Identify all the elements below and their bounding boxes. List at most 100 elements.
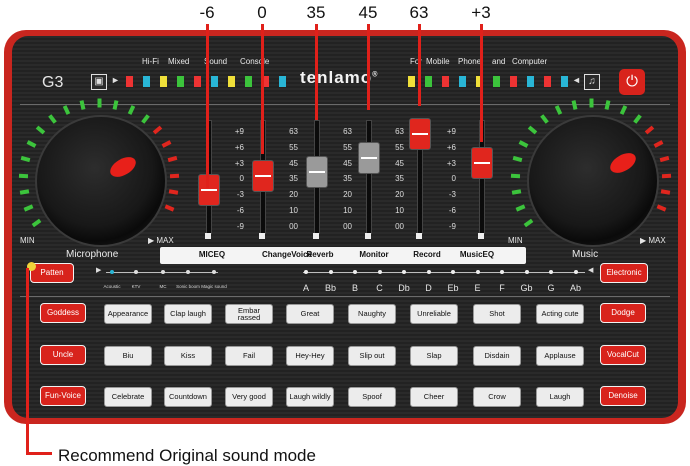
- sound-effect-button[interactable]: Cheer: [410, 387, 458, 407]
- key-label: B: [351, 283, 359, 293]
- sound-effect-label: Slip out: [359, 351, 385, 361]
- level-ring-segment: [170, 173, 180, 178]
- led-indicator: [211, 76, 218, 87]
- top-label-word: and: [492, 57, 506, 66]
- sound-effect-label: Kiss: [180, 351, 196, 361]
- sound-effect-label: Countdown: [169, 392, 207, 402]
- key-dot[interactable]: [402, 270, 406, 274]
- led-indicator: [442, 76, 449, 87]
- key-dot[interactable]: [377, 270, 382, 274]
- top-label-word: Phone: [458, 57, 482, 66]
- microphone-dial[interactable]: [35, 115, 167, 247]
- electronic-button[interactable]: Electronic: [600, 263, 648, 283]
- sound-effect-button[interactable]: Appearance: [104, 304, 152, 324]
- fader-knob-musiceq[interactable]: [471, 146, 493, 179]
- scale-tick-label: 55: [395, 142, 404, 152]
- sound-effect-button[interactable]: Hey-Hey: [286, 346, 334, 366]
- sound-effect-label: Crow: [488, 392, 506, 402]
- scale-tick-label: 63: [395, 127, 404, 136]
- level-ring-segment: [662, 173, 672, 178]
- reverse-arrow-icon: ◄: [572, 75, 581, 85]
- effect-button-dodge[interactable]: Dodge: [600, 303, 646, 323]
- mode-dot[interactable]: [186, 270, 190, 274]
- key-dot[interactable]: [573, 270, 578, 274]
- sound-effect-button[interactable]: Unreliable: [410, 304, 458, 324]
- music-note-icon[interactable]: ♫: [584, 74, 600, 90]
- sound-effect-button[interactable]: Laugh: [536, 387, 584, 407]
- top-label-word: Hi-Fi: [142, 57, 159, 66]
- callout-value: 35: [306, 3, 326, 22]
- mode-dot[interactable]: [212, 270, 216, 274]
- effect-button-vocalcut[interactable]: VocalCut: [600, 345, 646, 365]
- scale-tick-label: 35: [343, 174, 352, 184]
- scale-tick-label: +6: [446, 142, 456, 152]
- sound-effect-button[interactable]: Fail: [225, 346, 273, 366]
- key-dot[interactable]: [451, 270, 455, 274]
- scale-tick-label: 00: [289, 221, 298, 231]
- fader-scale: +9 +6 +3 0 -3 -6 -9: [434, 124, 456, 235]
- key-label: Db: [398, 283, 410, 293]
- sound-effect-button[interactable]: Crow: [473, 387, 521, 407]
- voice-button-uncle[interactable]: Uncle: [40, 345, 86, 365]
- sound-effect-button[interactable]: Kiss: [164, 346, 212, 366]
- key-dot[interactable]: [524, 270, 529, 274]
- scale-tick-label: 20: [395, 190, 404, 200]
- sound-effect-button[interactable]: Disdain: [473, 346, 521, 366]
- fader-knob-changevoice[interactable]: [252, 160, 274, 192]
- microphone-label: Microphone: [66, 249, 119, 260]
- sound-effect-label: Spoof: [362, 392, 382, 402]
- sound-effect-button[interactable]: Embar rassed: [225, 304, 273, 324]
- scale-tick-label: -3: [448, 190, 456, 200]
- sound-effect-button[interactable]: Countdown: [164, 387, 212, 407]
- sound-effect-button[interactable]: Celebrate: [104, 387, 152, 407]
- sound-effect-button[interactable]: Spoof: [348, 387, 396, 407]
- key-dot[interactable]: [328, 270, 333, 274]
- sound-effect-button[interactable]: Shot: [473, 304, 521, 324]
- top-label-word: Mobile: [426, 57, 450, 66]
- key-arrow-icon: ◀: [588, 267, 594, 274]
- sound-effect-button[interactable]: Very good: [225, 387, 273, 407]
- fader-knob-miceq[interactable]: [198, 174, 220, 207]
- key-dot[interactable]: [549, 270, 553, 274]
- key-dot[interactable]: [426, 270, 431, 274]
- key-dot[interactable]: [304, 270, 308, 274]
- sound-effect-button[interactable]: Slap: [410, 346, 458, 366]
- patten-button[interactable]: Patten: [27, 262, 74, 283]
- sound-effect-button[interactable]: Naughty: [348, 304, 396, 324]
- sound-effect-button[interactable]: Biu: [104, 346, 152, 366]
- power-button[interactable]: ⏻: [619, 69, 645, 95]
- key-dot[interactable]: [475, 270, 480, 274]
- music-label: Music: [572, 249, 599, 260]
- fader-knob-monitor[interactable]: [358, 141, 380, 174]
- level-ring-segment: [97, 98, 101, 108]
- profile-card-icon[interactable]: ▣: [91, 74, 107, 90]
- scale-tick-label: 10: [289, 205, 298, 215]
- sound-effect-button[interactable]: Laugh wildly: [286, 387, 334, 407]
- key-dot[interactable]: [500, 270, 504, 274]
- fader-knob-record[interactable]: [409, 118, 431, 150]
- led-indicator: [228, 76, 235, 87]
- music-dial[interactable]: [527, 115, 659, 247]
- sound-effect-button[interactable]: Slip out: [348, 346, 396, 366]
- voice-button-goddess[interactable]: Goddess: [40, 303, 86, 323]
- fader-scale: 63 55 45 35 20 10 00: [276, 124, 298, 235]
- effect-button-denoise[interactable]: Denoise: [600, 386, 646, 406]
- sound-effect-button[interactable]: Applause: [536, 346, 584, 366]
- mode-label-text: Sonic boom: [176, 284, 200, 289]
- sound-effect-button[interactable]: Great: [286, 304, 334, 324]
- voice-button-fun-voice[interactable]: Fun-Voice: [40, 386, 86, 406]
- sound-effect-label: Disdain: [484, 351, 510, 361]
- led-indicator: [459, 76, 466, 87]
- scale-tick-label: +9: [234, 127, 244, 136]
- mode-dot[interactable]: [134, 270, 138, 274]
- callout-leader: [261, 24, 264, 154]
- scale-tick-label: 0: [451, 174, 456, 184]
- mode-dot[interactable]: [110, 270, 114, 274]
- sound-effect-button[interactable]: Acting cute: [536, 304, 584, 324]
- scale-tick-label: 45: [395, 158, 404, 168]
- fader-knob-reverb[interactable]: [306, 155, 328, 188]
- scale-tick-label: +9: [446, 127, 456, 136]
- key-dot[interactable]: [353, 270, 357, 274]
- sound-effect-button[interactable]: Clap laugh: [164, 304, 212, 324]
- mode-dot[interactable]: [161, 270, 165, 274]
